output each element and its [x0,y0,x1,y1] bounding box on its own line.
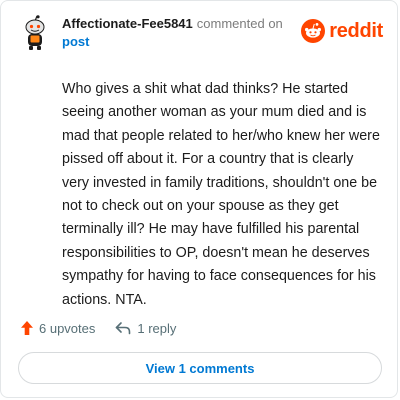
comment-card: Affectionate-Fee5841 commented on post re… [0,0,398,398]
reply-arrow-icon [116,322,131,335]
comment-actions: 6 upvotes 1 reply [21,319,176,337]
user-avatar-icon[interactable] [21,15,49,51]
reddit-wordmark: reddit [329,19,383,42]
post-link[interactable]: post [62,33,283,51]
upvote-arrow-icon [21,321,33,335]
comment-meta: Affectionate-Fee5841 commented on post [62,15,283,51]
comment-body: Who gives a shit what dad thinks? He sta… [62,81,380,308]
author-username[interactable]: Affectionate-Fee5841 [62,16,193,31]
reddit-logo[interactable]: reddit [301,19,383,43]
upvote-count: 6 upvotes [39,320,96,336]
reply-count: 1 reply [137,320,177,336]
comment-action-text: commented on [196,16,283,31]
comment-header: Affectionate-Fee5841 commented on post re… [21,15,383,55]
reddit-snoo-icon [301,19,326,43]
reply-button[interactable]: 1 reply [115,321,176,336]
view-comments-button[interactable]: View 1 comments [18,352,382,384]
upvote-button[interactable]: 6 upvotes [21,321,95,336]
